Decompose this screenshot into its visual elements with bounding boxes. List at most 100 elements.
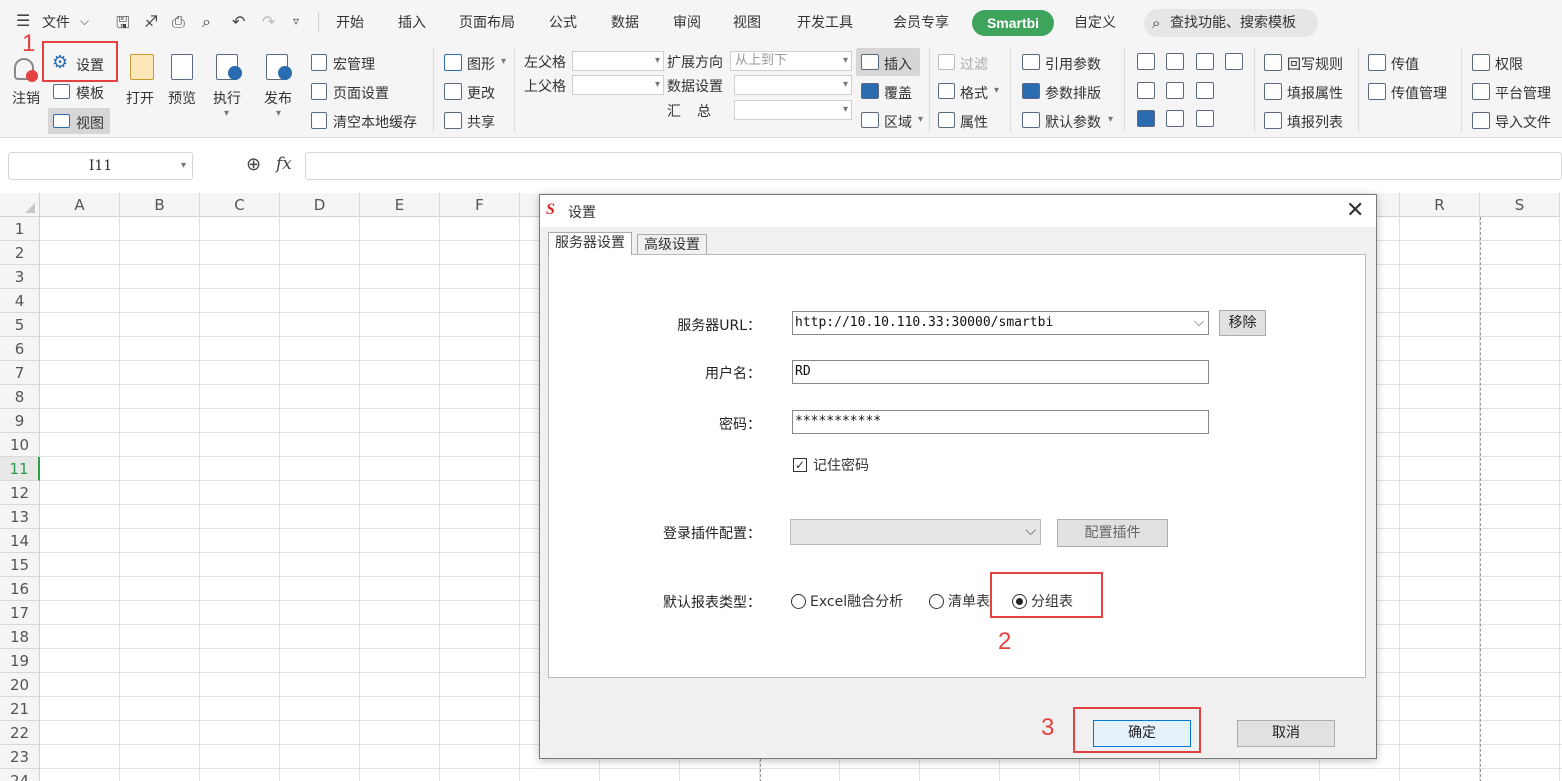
row-header-22[interactable]: 22 — [0, 721, 40, 745]
chevron-down-icon[interactable]: ▾ — [181, 153, 186, 179]
print-icon[interactable]: ⎙ — [172, 12, 185, 32]
param-layout-button[interactable]: 参数排版 — [1045, 83, 1101, 103]
row-header-13[interactable]: 13 — [0, 505, 40, 529]
tab-data[interactable]: 数据 — [611, 12, 639, 32]
column-header-c[interactable]: C — [200, 193, 280, 217]
row-header-10[interactable]: 10 — [0, 433, 40, 457]
chevron-down-icon[interactable]: ▾ — [224, 108, 229, 119]
control-label-icon[interactable] — [1137, 53, 1155, 70]
view-button[interactable]: 视图 — [76, 113, 104, 133]
row-header-1[interactable]: 1 — [0, 217, 40, 241]
redo-icon[interactable]: ↷ — [262, 12, 275, 31]
row-header-4[interactable]: 4 — [0, 289, 40, 313]
tab-developer[interactable]: 开发工具 — [797, 12, 853, 32]
select-all-corner[interactable] — [0, 193, 40, 217]
tab-page-layout[interactable]: 页面布局 — [459, 12, 515, 32]
row-header-15[interactable]: 15 — [0, 553, 40, 577]
remember-password-checkbox[interactable]: ✓ — [793, 458, 807, 472]
username-field[interactable]: RD — [792, 360, 1209, 384]
chart-button[interactable]: 图形 — [467, 54, 495, 74]
radio-list-label[interactable]: 清单表 — [948, 591, 990, 611]
chevron-down-icon[interactable]: ▾ — [501, 56, 506, 67]
format-button[interactable]: 格式 — [960, 83, 988, 103]
import-file-button[interactable]: 导入文件 — [1495, 112, 1551, 132]
server-url-select[interactable]: http://10.10.110.33:30000/smartbi ⌵ — [792, 311, 1209, 335]
column-header-f[interactable]: F — [440, 193, 520, 217]
row-header-14[interactable]: 14 — [0, 529, 40, 553]
password-field[interactable]: *********** — [792, 410, 1209, 434]
permission-button[interactable]: 权限 — [1495, 54, 1523, 74]
row-header-5[interactable]: 5 — [0, 313, 40, 337]
summary-select[interactable] — [734, 100, 852, 120]
pass-manage-button[interactable]: 传值管理 — [1391, 83, 1447, 103]
format-painter-icon[interactable]: ♐ — [144, 12, 158, 31]
row-header-18[interactable]: 18 — [0, 625, 40, 649]
radio-list[interactable] — [929, 594, 944, 609]
radio-excel[interactable] — [791, 594, 806, 609]
remove-button[interactable]: 移除 — [1219, 310, 1266, 336]
platform-manage-button[interactable]: 平台管理 — [1495, 83, 1551, 103]
print-preview-icon[interactable]: ⌕ — [202, 12, 211, 32]
control-listbox-icon[interactable] — [1137, 82, 1155, 99]
search-box[interactable]: ⌕ 查找功能、搜索模板 — [1144, 9, 1318, 37]
cancel-button[interactable]: 取消 — [1237, 720, 1335, 747]
control-panel-icon[interactable] — [1196, 82, 1214, 99]
writeback-rule-button[interactable]: 回写规则 — [1287, 54, 1343, 74]
column-header-e[interactable]: E — [360, 193, 440, 217]
column-header-a[interactable]: A — [40, 193, 120, 217]
row-header-16[interactable]: 16 — [0, 577, 40, 601]
row-header-23[interactable]: 23 — [0, 745, 40, 769]
page-setup-button[interactable]: 页面设置 — [333, 83, 389, 103]
row-header-7[interactable]: 7 — [0, 361, 40, 385]
row-header-19[interactable]: 19 — [0, 649, 40, 673]
customize-icon[interactable]: ▿ — [293, 14, 299, 28]
tab-smartbi[interactable]: Smartbi — [972, 10, 1054, 36]
left-parent-select[interactable] — [572, 51, 664, 71]
column-header-d[interactable]: D — [280, 193, 360, 217]
region-button[interactable]: 区域 — [884, 112, 912, 132]
publish-button[interactable]: 发布 — [264, 88, 292, 108]
tab-member[interactable]: 会员专享 — [893, 12, 949, 32]
change-button[interactable]: 更改 — [467, 83, 495, 103]
open-button[interactable]: 打开 — [126, 88, 154, 108]
chevron-down-icon[interactable]: ▾ — [276, 108, 281, 119]
column-header-b[interactable]: B — [120, 193, 200, 217]
attribute-button[interactable]: 属性 — [960, 112, 988, 132]
default-param-button[interactable]: 默认参数 — [1045, 112, 1101, 132]
chevron-down-icon[interactable]: ⌵ — [1194, 312, 1204, 334]
text-control-icon[interactable] — [1196, 110, 1214, 127]
control-list-icon[interactable] — [1196, 53, 1214, 70]
row-header-9[interactable]: 9 — [0, 409, 40, 433]
expand-direction-select[interactable]: 从上到下 — [730, 51, 852, 71]
chevron-down-icon[interactable]: ▾ — [1108, 114, 1113, 125]
control-dropdown-icon[interactable] — [1166, 53, 1184, 70]
cover-button[interactable]: 覆盖 — [884, 83, 912, 103]
clear-cache-button[interactable]: 清空本地缓存 — [333, 112, 417, 132]
menu-file[interactable]: 文件 — [42, 12, 70, 32]
row-header-17[interactable]: 17 — [0, 601, 40, 625]
pass-value-button[interactable]: 传值 — [1391, 54, 1419, 74]
dialog-titlebar[interactable]: S 设置 ✕ — [540, 195, 1376, 227]
ref-param-button[interactable]: 引用参数 — [1045, 54, 1101, 74]
hamburger-icon[interactable]: ☰ — [16, 11, 30, 30]
share-button[interactable]: 共享 — [467, 112, 495, 132]
fill-attr-button[interactable]: 填报属性 — [1287, 83, 1343, 103]
chevron-down-icon[interactable]: ⌵ — [80, 14, 89, 29]
logout-button[interactable]: 注销 — [12, 88, 40, 108]
execute-button[interactable]: 执行 — [213, 88, 241, 108]
top-parent-select[interactable] — [572, 75, 664, 95]
data-setting-select[interactable] — [734, 75, 852, 95]
insert-button[interactable]: 插入 — [884, 54, 912, 74]
row-header-24[interactable]: 24 — [0, 769, 40, 781]
tab-insert[interactable]: 插入 — [398, 12, 426, 32]
control-calendar-icon[interactable] — [1225, 53, 1243, 70]
row-header-20[interactable]: 20 — [0, 673, 40, 697]
zoom-icon[interactable]: ⊕ — [246, 154, 261, 175]
tab-view[interactable]: 视图 — [733, 12, 761, 32]
chevron-down-icon[interactable]: ▾ — [918, 114, 923, 125]
chevron-down-icon[interactable]: ▾ — [994, 85, 999, 96]
row-header-8[interactable]: 8 — [0, 385, 40, 409]
preview-button[interactable]: 预览 — [168, 88, 196, 108]
tab-custom[interactable]: 自定义 — [1074, 12, 1116, 32]
undo-icon[interactable]: ↶ — [232, 12, 245, 31]
